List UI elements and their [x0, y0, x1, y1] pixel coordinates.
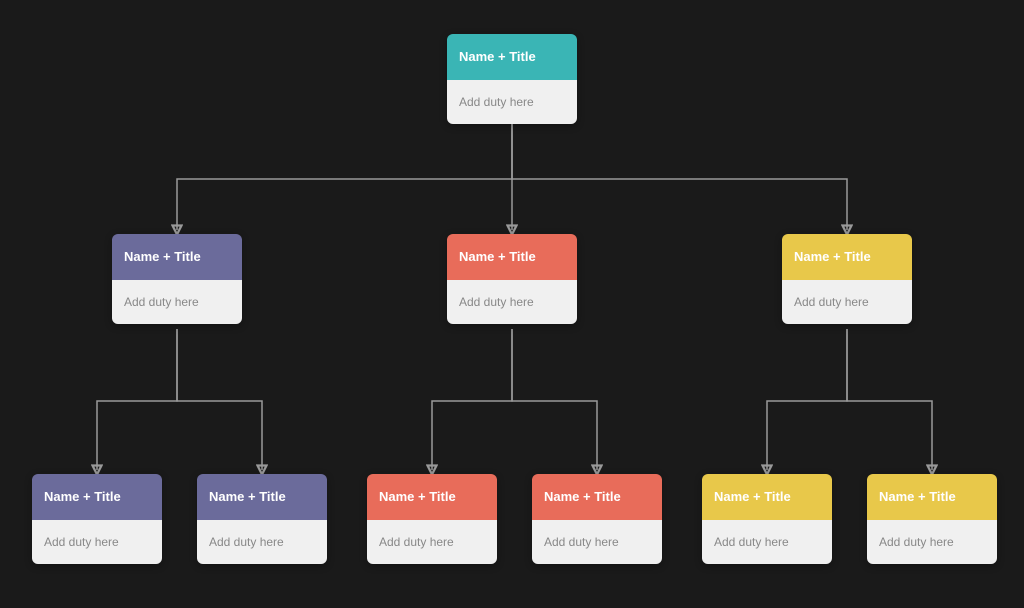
- node-bot-lr[interactable]: Name + Title Add duty here: [197, 474, 327, 564]
- node-bot-ll[interactable]: Name + Title Add duty here: [32, 474, 162, 564]
- node-bot-cl[interactable]: Name + Title Add duty here: [367, 474, 497, 564]
- node-mid-right-label: Name + Title: [782, 234, 912, 280]
- node-bot-rl[interactable]: Name + Title Add duty here: [702, 474, 832, 564]
- node-mid-center-label: Name + Title: [447, 234, 577, 280]
- node-bot-cr-label: Name + Title: [532, 474, 662, 520]
- node-bot-cr-duty: Add duty here: [532, 520, 662, 564]
- node-bot-lr-duty: Add duty here: [197, 520, 327, 564]
- node-mid-left[interactable]: Name + Title Add duty here: [112, 234, 242, 324]
- node-root-label: Name + Title: [447, 34, 577, 80]
- node-bot-ll-label: Name + Title: [32, 474, 162, 520]
- node-root[interactable]: Name + Title Add duty here: [447, 34, 577, 124]
- node-mid-left-label: Name + Title: [112, 234, 242, 280]
- org-chart: Name + Title Add duty here Name + Title …: [22, 14, 1002, 594]
- node-mid-center[interactable]: Name + Title Add duty here: [447, 234, 577, 324]
- node-bot-ll-duty: Add duty here: [32, 520, 162, 564]
- node-bot-cl-label: Name + Title: [367, 474, 497, 520]
- node-bot-lr-label: Name + Title: [197, 474, 327, 520]
- node-bot-rl-duty: Add duty here: [702, 520, 832, 564]
- node-bot-rr[interactable]: Name + Title Add duty here: [867, 474, 997, 564]
- node-root-duty: Add duty here: [447, 80, 577, 124]
- node-bot-rl-label: Name + Title: [702, 474, 832, 520]
- node-bot-cl-duty: Add duty here: [367, 520, 497, 564]
- node-mid-right-duty: Add duty here: [782, 280, 912, 324]
- node-bot-rr-duty: Add duty here: [867, 520, 997, 564]
- node-bot-rr-label: Name + Title: [867, 474, 997, 520]
- node-mid-right[interactable]: Name + Title Add duty here: [782, 234, 912, 324]
- node-bot-cr[interactable]: Name + Title Add duty here: [532, 474, 662, 564]
- node-mid-center-duty: Add duty here: [447, 280, 577, 324]
- node-mid-left-duty: Add duty here: [112, 280, 242, 324]
